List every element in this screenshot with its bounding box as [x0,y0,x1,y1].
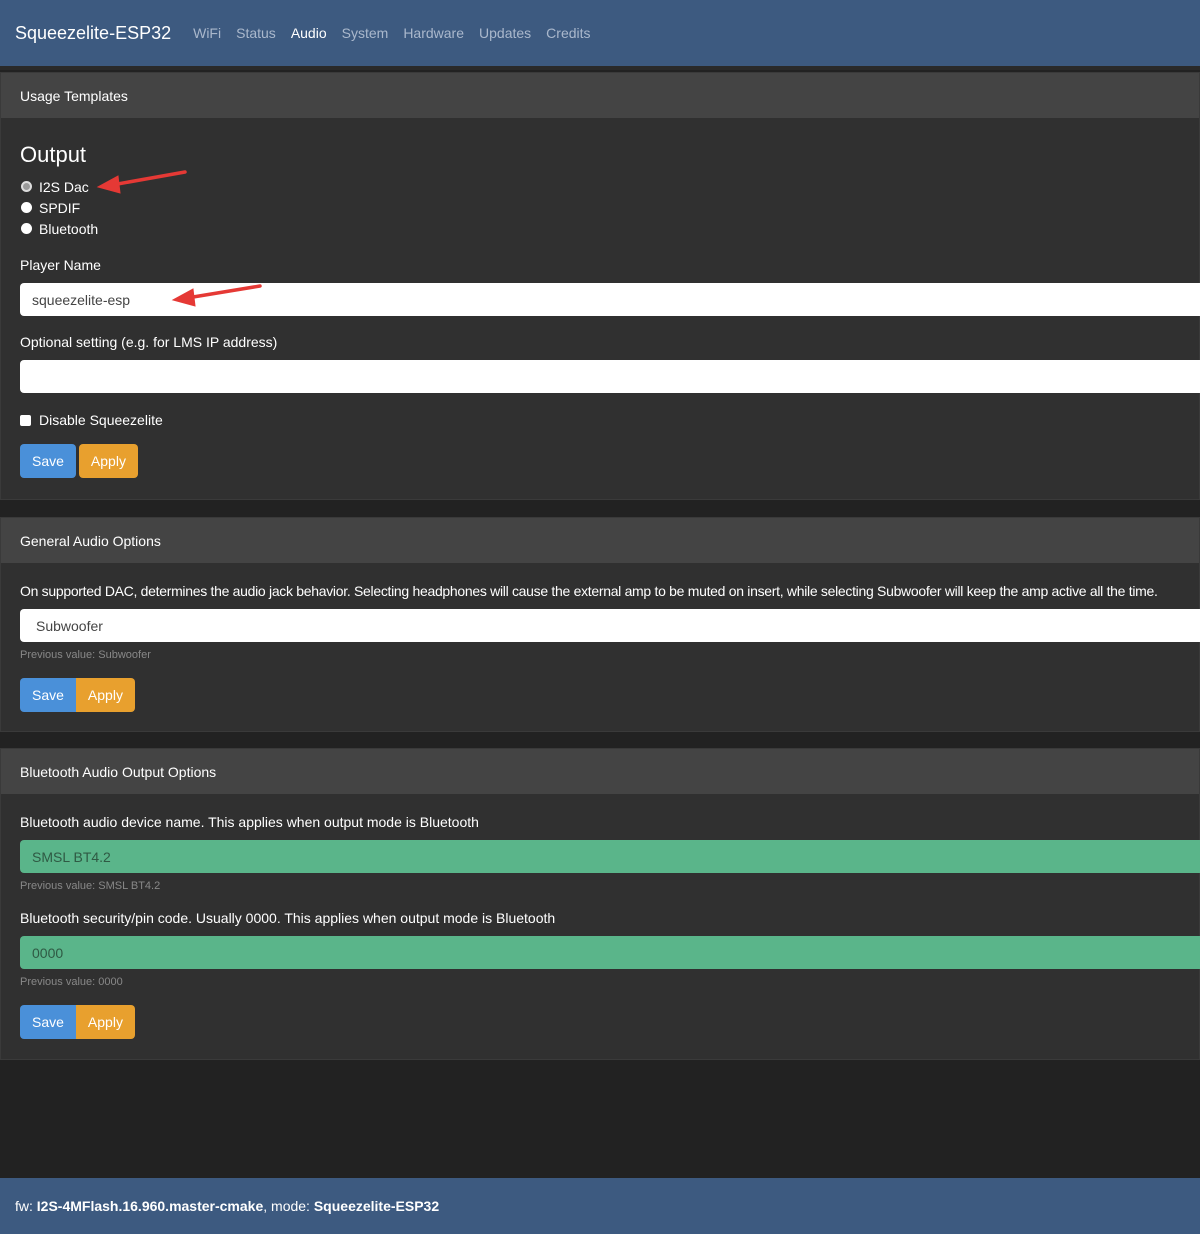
bt-name-label: Bluetooth audio device name. This applie… [20,814,479,830]
radio-spdif[interactable]: SPDIF [20,197,1199,218]
nav-updates[interactable]: Updates [479,25,531,41]
radio-label: Bluetooth [39,220,99,237]
fw-version: I2S-4MFlash.16.960.master-cmake [36,1198,264,1214]
apply-button[interactable]: Apply [75,678,135,712]
card-header: Bluetooth Audio Output Options [1,749,1199,794]
radio-icon[interactable] [21,202,32,213]
bt-name-input[interactable]: SMSL BT4.2 [20,840,1200,873]
checkbox-label: Disable Squeezelite [39,412,163,428]
radio-icon[interactable] [21,181,32,192]
nav-wifi[interactable]: WiFi [193,25,221,41]
usage-templates-card: Usage Templates Output I2S Dac SPDIF Blu… [0,72,1200,500]
save-button[interactable]: Save [20,444,76,478]
mode-label: , mode: [263,1198,310,1214]
bt-pin-input[interactable]: 0000 [20,936,1200,969]
radio-label: SPDIF [39,199,81,216]
fw-label: fw: [15,1198,33,1214]
card-header: General Audio Options [1,518,1199,563]
apply-button[interactable]: Apply [75,1005,135,1039]
radio-label: I2S Dac [39,178,89,195]
radio-bluetooth[interactable]: Bluetooth [20,218,1199,239]
previous-value: Previous value: SMSL BT4.2 [20,880,161,892]
previous-value: Previous value: 0000 [20,976,123,988]
mode-value: Squeezelite-ESP32 [313,1198,440,1214]
nav-audio[interactable]: Audio [291,25,327,41]
previous-value: Previous value: Subwoofer [20,649,151,661]
nav-credits[interactable]: Credits [546,25,590,41]
player-name-input[interactable]: squeezelite-esp [20,283,1200,316]
disable-squeezelite-checkbox[interactable]: Disable Squeezelite [20,412,1199,428]
output-title: Output [20,142,87,167]
radio-i2s-dac[interactable]: I2S Dac [20,176,1199,197]
nav-system[interactable]: System [342,25,389,41]
bluetooth-output-card: Bluetooth Audio Output Options Bluetooth… [0,748,1200,1060]
optional-setting-input[interactable] [20,360,1200,393]
nav-hardware[interactable]: Hardware [403,25,464,41]
general-audio-card: General Audio Options On supported DAC, … [0,517,1200,732]
save-button[interactable]: Save [20,678,76,712]
apply-button[interactable]: Apply [78,444,138,478]
player-name-label: Player Name [20,257,101,273]
jack-behavior-select[interactable]: Subwoofer [20,609,1200,642]
radio-icon[interactable] [21,223,32,234]
footer: fw: I2S-4MFlash.16.960.master-cmake, mod… [0,1178,1200,1234]
nav-status[interactable]: Status [236,25,276,41]
optional-setting-label: Optional setting (e.g. for LMS IP addres… [20,334,278,350]
jack-behavior-label: On supported DAC, determines the audio j… [20,583,1158,599]
bt-pin-label: Bluetooth security/pin code. Usually 000… [20,910,556,926]
brand[interactable]: Squeezelite-ESP32 [15,23,171,44]
card-header: Usage Templates [1,73,1199,118]
navbar: Squeezelite-ESP32 WiFi Status Audio Syst… [0,0,1200,70]
save-button[interactable]: Save [20,1005,76,1039]
checkbox-icon[interactable] [20,414,31,426]
